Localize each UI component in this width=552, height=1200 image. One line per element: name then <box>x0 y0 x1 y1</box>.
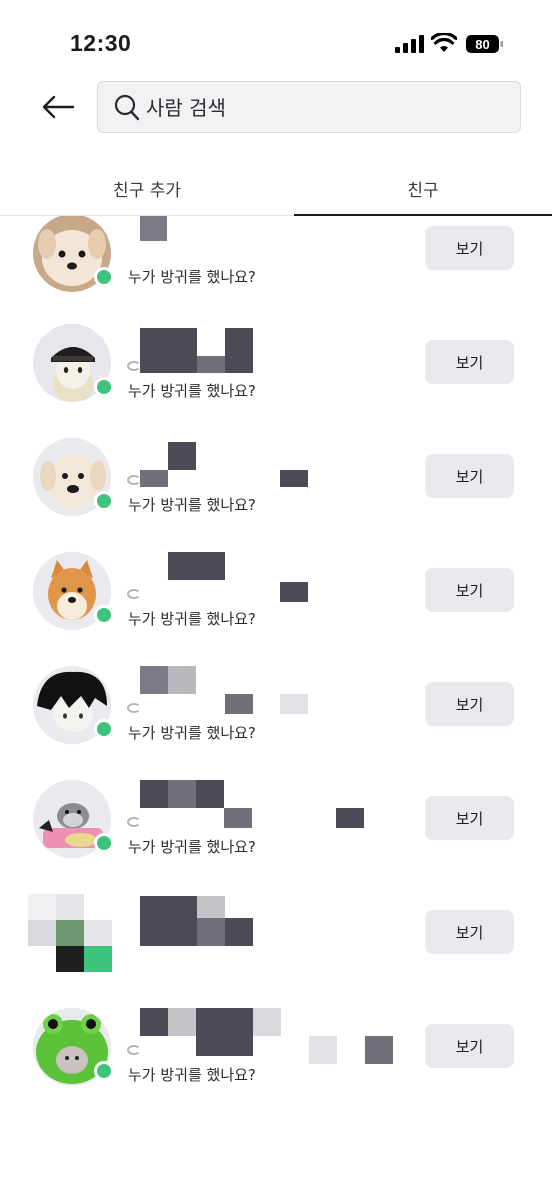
search-box[interactable] <box>97 81 521 133</box>
arrow-left-icon <box>42 95 75 119</box>
censored-name <box>140 328 320 388</box>
friend-row: 누가 방귀를 했나요? 보기 <box>0 666 552 780</box>
avatar[interactable] <box>33 666 114 744</box>
friend-status: 누가 방귀를 했나요? <box>128 496 256 514</box>
online-indicator <box>94 719 114 739</box>
search-icon <box>114 94 140 121</box>
avatar[interactable] <box>28 894 113 974</box>
friend-row: 누가 방귀를 했나요? 보기 <box>0 552 552 666</box>
back-button[interactable] <box>40 92 76 122</box>
handle-hint <box>127 589 141 599</box>
battery-level: 80 <box>475 37 489 52</box>
censored-name <box>140 1008 400 1068</box>
friend-status: 누가 방귀를 했나요? <box>128 382 256 400</box>
friend-status: 누가 방귀를 했나요? <box>128 268 256 286</box>
handle-hint <box>127 475 141 485</box>
search-input[interactable] <box>146 90 506 126</box>
censored-name <box>140 780 364 840</box>
view-button[interactable]: 보기 <box>425 910 514 954</box>
battery-icon: 80 <box>466 35 503 53</box>
friend-row: 보기 <box>0 894 552 1008</box>
censored-avatar <box>28 894 112 972</box>
handle-hint <box>127 703 141 713</box>
friend-row: 누가 방귀를 했나요? 보기 <box>0 216 552 328</box>
view-button[interactable]: 보기 <box>425 796 514 840</box>
status-time: 12:30 <box>70 30 132 56</box>
signal-icon <box>395 35 424 53</box>
friend-list[interactable]: 누가 방귀를 했나요? 보기 누가 방귀를 했나요? 보기 누가 방귀를 했나요… <box>0 216 552 1116</box>
handle-hint <box>127 361 141 371</box>
view-button[interactable]: 보기 <box>425 340 514 384</box>
view-button[interactable]: 보기 <box>425 454 514 498</box>
view-button[interactable]: 보기 <box>425 1024 514 1068</box>
avatar[interactable] <box>33 1008 114 1086</box>
online-indicator <box>94 605 114 625</box>
censored-name <box>140 896 320 956</box>
view-button[interactable]: 보기 <box>425 568 514 612</box>
friend-row: 누가 방귀를 했나요? 보기 <box>0 1008 552 1116</box>
avatar[interactable] <box>33 780 114 858</box>
online-indicator <box>94 267 114 287</box>
friend-row: 누가 방귀를 했나요? 보기 <box>0 780 552 894</box>
tab-bar: 친구 추가 친구 <box>0 158 552 216</box>
tab-friends[interactable]: 친구 <box>294 158 552 216</box>
censored-name <box>140 552 320 612</box>
avatar[interactable] <box>33 324 114 402</box>
friend-status: 누가 방귀를 했나요? <box>128 838 256 856</box>
online-indicator <box>94 833 114 853</box>
online-indicator <box>94 491 114 511</box>
online-indicator <box>94 377 114 397</box>
avatar[interactable] <box>33 438 114 516</box>
status-bar: 12:30 80 <box>0 0 552 80</box>
friend-status: 누가 방귀를 했나요? <box>128 1066 256 1084</box>
online-indicator <box>94 1061 114 1081</box>
friend-row: 누가 방귀를 했나요? 보기 <box>0 324 552 438</box>
censored-name <box>140 666 320 726</box>
handle-hint <box>127 817 141 827</box>
header <box>0 80 552 140</box>
friend-row: 누가 방귀를 했나요? 보기 <box>0 438 552 552</box>
handle-hint <box>127 1045 141 1055</box>
friend-status: 누가 방귀를 했나요? <box>128 724 256 742</box>
friend-status: 누가 방귀를 했나요? <box>128 610 256 628</box>
avatar[interactable] <box>33 216 114 292</box>
view-button[interactable]: 보기 <box>425 226 514 270</box>
censored-name <box>140 442 320 502</box>
avatar[interactable] <box>33 552 114 630</box>
wifi-icon <box>431 33 457 52</box>
tab-add-friend[interactable]: 친구 추가 <box>0 158 294 216</box>
view-button[interactable]: 보기 <box>425 682 514 726</box>
